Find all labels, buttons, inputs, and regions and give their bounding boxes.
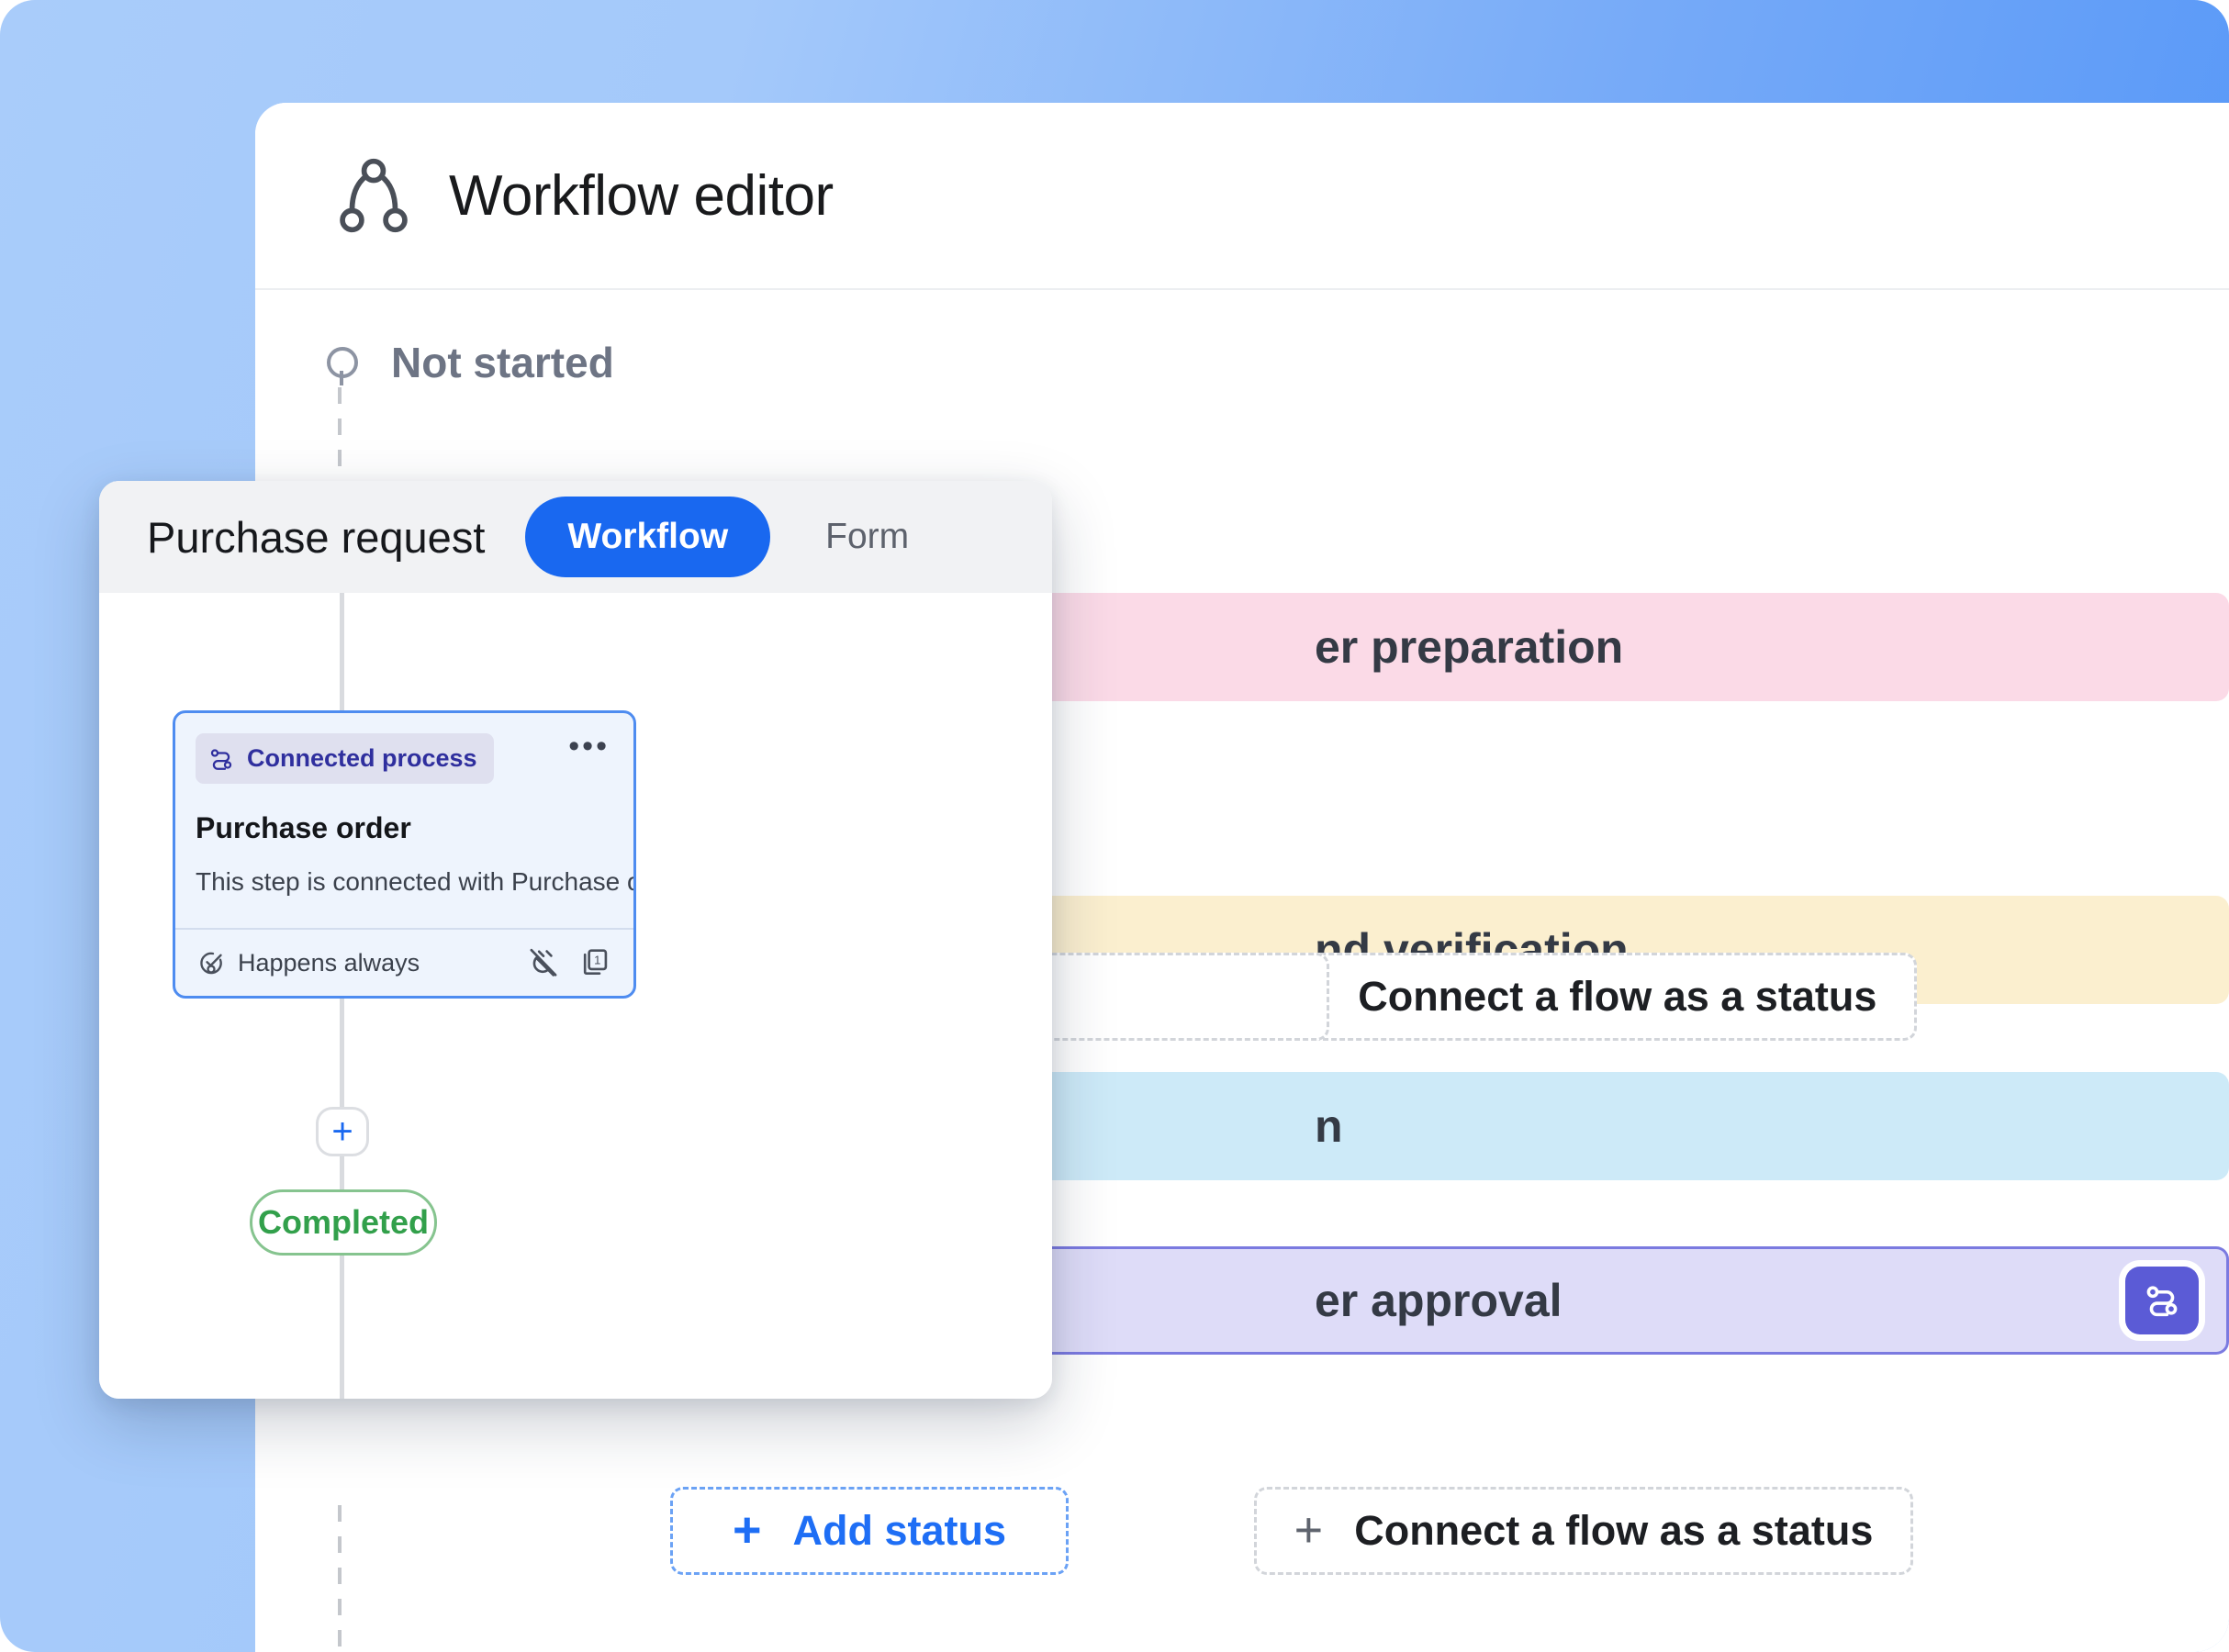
plus-icon: +	[1294, 1502, 1324, 1558]
process-card-footer: Happens always 1	[175, 928, 633, 996]
page-title: Workflow editor	[449, 163, 834, 228]
workflow-detail-modal: Purchase request Workflow Form Connected…	[99, 481, 1052, 1399]
modal-title: Purchase request	[147, 512, 486, 562]
tab-workflow[interactable]: Workflow	[525, 497, 771, 577]
connected-process-badge: Connected process	[196, 733, 494, 784]
connector-line-bottom	[338, 1505, 342, 1652]
workflow-branch-icon	[340, 158, 408, 233]
app-header: Workflow editor	[255, 103, 2229, 290]
overflow-menu-icon[interactable]: •••	[568, 731, 610, 763]
not-started-label: Not started	[391, 339, 614, 386]
connect-flow-button-upper[interactable]: + Connect a flow as a status	[1258, 953, 1917, 1041]
add-status-button[interactable]: + Add status	[670, 1487, 1069, 1575]
app-gradient-frame: Workflow editor Not started er preparati…	[0, 0, 2229, 1652]
connected-process-badge-label: Connected process	[247, 744, 477, 772]
check-circle-icon	[200, 952, 222, 975]
flow-route-icon	[210, 748, 232, 770]
connector-line-top	[338, 387, 342, 472]
modal-header: Purchase request Workflow Form	[99, 481, 1052, 593]
plug-disconnected-icon[interactable]	[527, 946, 560, 979]
modal-body: Connected process ••• Purchase order Thi…	[99, 593, 1052, 1399]
add-status-label: Add status	[792, 1507, 1007, 1554]
status-bar-flow-button[interactable]	[2125, 1267, 2199, 1334]
connect-flow-button-lower[interactable]: + Connect a flow as a status	[1254, 1487, 1913, 1575]
process-footer-icons: 1	[527, 946, 611, 979]
process-description: This step is connected with Purchase ord…	[196, 867, 633, 896]
connect-flow-label: Connect a flow as a status	[1354, 1507, 1874, 1554]
completed-status-pill[interactable]: Completed	[250, 1189, 437, 1256]
process-condition-label: Happens always	[238, 948, 420, 977]
flow-route-icon	[2146, 1286, 2178, 1317]
stacked-cards-icon[interactable]: 1	[578, 946, 611, 979]
process-name: Purchase order	[196, 811, 411, 844]
add-step-button[interactable]: +	[316, 1107, 369, 1156]
process-card-main: Connected process ••• Purchase order Thi…	[175, 713, 633, 928]
svg-text:1: 1	[594, 954, 600, 967]
connected-process-card[interactable]: Connected process ••• Purchase order Thi…	[173, 710, 636, 999]
status-node-not-started[interactable]: Not started	[327, 338, 614, 387]
modal-tab-group: Workflow Form	[525, 497, 964, 577]
tab-form[interactable]: Form	[770, 497, 964, 577]
plus-icon: +	[732, 1502, 762, 1558]
node-stem	[340, 371, 343, 385]
connect-flow-label: Connect a flow as a status	[1358, 973, 1877, 1020]
